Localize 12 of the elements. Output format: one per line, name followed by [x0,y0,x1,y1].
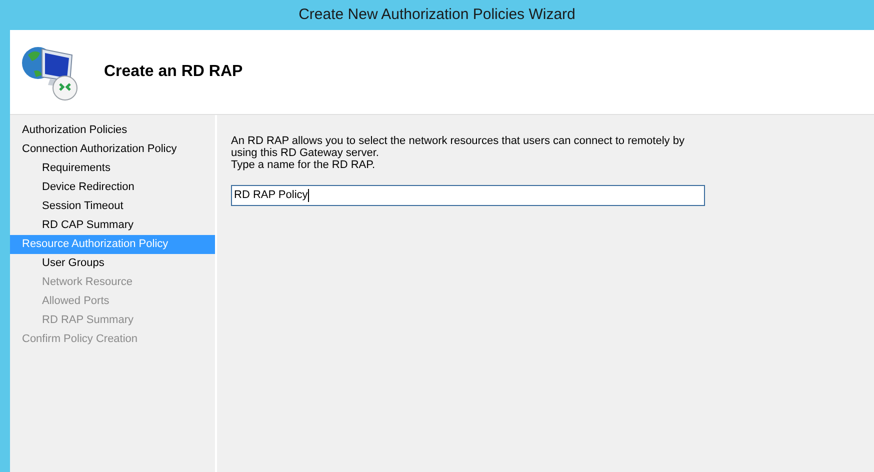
name-input-field[interactable]: RD RAP Policy [231,185,705,206]
step-item[interactable]: Session Timeout [10,197,215,216]
step-item[interactable]: User Groups [10,254,215,273]
window-title: Create New Authorization Policies Wizard [298,4,576,25]
page-heading: Create an RD RAP [104,62,243,82]
step-item[interactable]: Requirements [10,159,215,178]
field-label: Type a name for the RD RAP. [231,159,376,171]
step-item[interactable]: Connection Authorization Policy [10,140,215,159]
description-text: An RD RAP allows you to select the network resources that users can connect to remotely by using this RD Gateway server. [231,135,686,159]
step-item[interactable]: RD CAP Summary [10,216,215,235]
step-item[interactable]: Authorization Policies [10,121,215,140]
step-item[interactable]: Device Redirection [10,178,215,197]
